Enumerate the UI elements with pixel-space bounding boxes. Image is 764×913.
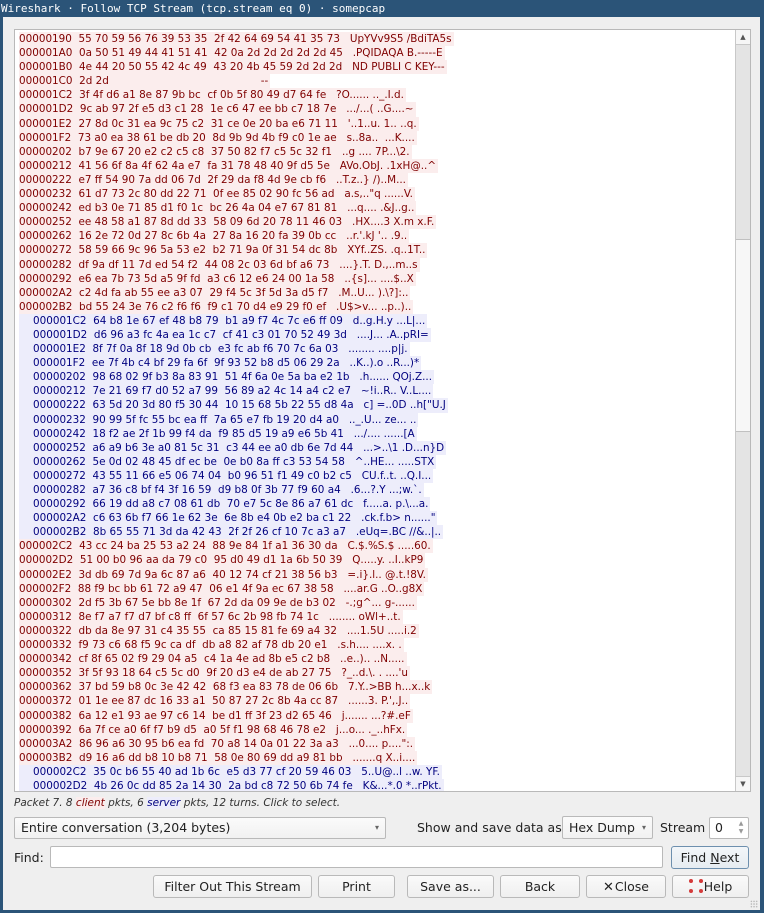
close-button-label: Close [614,879,649,894]
server-data-line[interactable]: 00000272 43 55 11 66 e5 06 74 04 b0 96 5… [19,468,434,483]
server-label: server [147,797,181,809]
client-data-line[interactable]: 00000190 55 70 59 56 76 39 53 35 2f 42 6… [19,32,454,47]
stream-number-spinbox[interactable]: 0 ▲ ▼ [709,817,749,839]
client-data-line[interactable]: 000001F2 73 a0 ea 38 61 be db 20 8d 9b 9… [19,130,417,145]
client-data-line[interactable]: 00000272 58 59 66 9c 96 5a 53 e2 b2 71 9… [19,243,428,258]
client-data-line[interactable]: 00000362 37 bd 59 b8 0c 3e 42 42 68 f3 e… [19,680,433,695]
status-suffix: pkts, 12 turns. Click to select. [180,797,341,809]
vertical-scrollbar[interactable]: ▲ ▼ [735,30,750,791]
save-as-button[interactable]: Save as... [407,875,494,898]
client-data-line[interactable]: 00000302 2d f5 3b 67 5e bb 8e 1f 67 2d d… [19,595,417,610]
client-data-line[interactable]: 000002B2 bd 55 24 3e 76 c2 f6 f6 f9 c1 7… [19,299,414,314]
server-data-line[interactable]: 00000222 63 5d 20 3d 80 f5 30 44 10 15 6… [19,398,448,413]
server-data-line[interactable]: 000001F2 ee 7f 4b c4 bf 29 fa 6f 9f 93 5… [19,356,422,371]
stream-status-text: Packet 7. 8 client pkts, 6 server pkts, … [14,797,340,809]
server-data-line[interactable]: 00000212 7e 21 69 f7 d0 52 a7 99 56 89 a… [19,384,434,399]
spin-down-icon[interactable]: ▼ [736,828,746,836]
conversation-select[interactable]: Entire conversation (3,204 bytes) ▾ [14,817,386,839]
client-data-line[interactable]: 00000352 3f 5f 93 18 64 c5 5c d0 9f 20 d… [19,666,410,681]
server-data-line[interactable]: 000002C2 35 0c b6 55 40 ad 1b 6c e5 d3 7… [19,764,442,779]
server-data-line[interactable]: 00000292 66 19 dd a8 c7 08 61 db 70 e7 5… [19,497,431,512]
help-button[interactable]: Help [672,875,749,898]
server-data-line[interactable]: 000001C2 64 b8 1e 67 ef 48 b8 79 b1 a9 f… [19,313,428,328]
server-data-line[interactable]: 000001E2 8f 7f 0a 8f 18 9d 0b cb e3 fc a… [19,342,410,357]
client-data-line[interactable]: 000001D2 9c ab 97 2f e5 d3 c1 28 1e c6 4… [19,102,416,117]
client-data-line[interactable]: 000001E2 27 8d 0c 31 ea 9c 75 c2 31 ce 0… [19,116,419,131]
help-lifebuoy-icon [688,879,703,893]
scroll-up-arrow-icon[interactable]: ▲ [736,30,750,45]
status-prefix: Packet 7. 8 [14,797,76,809]
server-data-line[interactable]: 000002B2 8b 65 55 71 3d da 42 43 2f 2f 2… [19,525,444,540]
follow-tcp-stream-dialog: 00000190 55 70 59 56 76 39 53 35 2f 42 6… [3,17,760,910]
stream-number-value: 0 [715,820,723,835]
chevron-down-icon: ▾ [641,823,646,832]
find-next-mnemonic: N [710,850,720,865]
status-middle: pkts, 6 [104,797,148,809]
server-data-line[interactable]: 00000242 18 f2 ae 2f 1b 99 f4 da f9 85 d… [19,426,417,441]
client-data-line[interactable]: 000001C0 2d 2d -- [19,74,271,89]
server-data-line[interactable]: 00000202 98 68 02 9f b3 8a 83 91 51 4f 6… [19,370,435,385]
stream-lines: 00000190 55 70 59 56 76 39 53 35 2f 42 6… [19,32,454,791]
data-format-value: Hex Dump [569,820,635,835]
client-data-line[interactable]: 00000342 cf 8f 65 02 f9 29 04 a5 c4 1a 4… [19,652,407,667]
find-input[interactable] [50,846,663,868]
client-data-line[interactable]: 000002A2 c2 4d fa ab 55 ee a3 07 29 f4 5… [19,285,411,300]
server-data-line[interactable]: 000002D2 4b 26 0c dd 85 2a 14 30 2a bd c… [19,778,444,791]
client-data-line[interactable]: 00000282 df 9a df 11 7d ed 54 f2 44 08 2… [19,257,420,272]
client-data-line[interactable]: 00000222 e7 ff 54 90 7a dd 06 7d 2f 29 d… [19,172,408,188]
client-data-line[interactable]: 00000212 41 56 6f 8a 4f 62 4a e7 fa 31 7… [19,158,439,173]
server-data-line[interactable]: 000002A2 c6 63 6b f7 66 1e 62 3e 6e 8b e… [19,511,438,526]
client-data-line[interactable]: 00000202 b7 9e 67 20 e2 c2 c5 c8 37 50 8… [19,144,412,159]
client-data-line[interactable]: 00000382 6a 12 e1 93 ae 97 c6 14 be d1 f… [19,708,413,723]
client-data-line[interactable]: 00000312 8e f7 a7 f7 d7 bf c8 ff 6f 57 6… [19,609,403,624]
find-label: Find: [14,850,44,865]
chevron-down-icon: ▾ [374,823,379,832]
client-data-line[interactable]: 000003A2 86 96 a6 30 95 b6 ea fd 70 a8 1… [19,736,416,751]
client-data-line[interactable]: 00000392 6a 7f ce a0 6f f7 b9 d5 a0 5f f… [19,722,408,737]
client-data-line[interactable]: 00000322 db da 8e 97 31 c4 35 55 ca 85 1… [19,623,419,639]
spin-up-icon[interactable]: ▲ [736,820,746,828]
client-data-line[interactable]: 000002C2 43 cc 24 ba 25 53 a2 24 88 9e 8… [19,539,433,554]
server-data-line[interactable]: 00000282 a7 36 c8 bf f4 3f 16 59 d9 b8 0… [19,483,424,498]
spin-arrows[interactable]: ▲ ▼ [736,820,746,836]
client-label: client [75,797,105,809]
client-data-line[interactable]: 000003B2 d9 16 a6 dd b8 10 b8 71 58 0e 8… [19,750,418,765]
data-format-select[interactable]: Hex Dump ▾ [562,816,653,839]
resize-grip[interactable] [750,900,758,908]
server-data-line[interactable]: 00000262 5e 0d 02 48 45 df ec be 0e b0 8… [19,454,437,469]
find-next-label-pre: Find [680,850,711,865]
client-data-line[interactable]: 000001B0 4e 44 20 50 55 42 4c 49 43 20 4… [19,60,447,75]
client-data-line[interactable]: 000001C2 3f 4f d6 a1 8e 87 9b bc cf 0b 5… [19,88,406,103]
client-data-line[interactable]: 000002E2 3d db 69 7d 9a 6c 87 a6 40 12 7… [19,567,428,582]
client-data-line[interactable]: 000002F2 88 f9 bc bb 61 72 a9 47 06 e1 4… [19,581,425,596]
show-data-as-label: Show and save data as [417,820,562,835]
close-x-icon: ✕ [603,880,614,895]
help-button-label: Help [703,879,733,894]
client-data-line[interactable]: 00000262 16 2e 72 0d 27 8c 6b 4a 27 8a 1… [19,229,410,244]
stream-content-view[interactable]: 00000190 55 70 59 56 76 39 53 35 2f 42 6… [14,29,751,792]
server-data-line[interactable]: 00000252 a6 a9 b6 3e a0 81 5c 31 c3 44 e… [19,440,447,455]
conversation-select-value: Entire conversation (3,204 bytes) [21,820,231,835]
filter-out-stream-button[interactable]: Filter Out This Stream [153,875,312,898]
server-data-line[interactable]: 00000232 90 99 5f fc 55 bc ea ff 7a 65 e… [19,412,419,427]
client-data-line[interactable]: 00000232 61 d7 73 2c 80 dd 22 71 0f ee 8… [19,187,415,202]
client-data-line[interactable]: 00000332 f9 73 c6 68 f5 9c ca df db a8 8… [19,638,404,653]
print-button[interactable]: Print [318,875,395,898]
window-title: Wireshark · Follow TCP Stream (tcp.strea… [0,0,764,17]
client-data-line[interactable]: 00000372 01 1e ee 87 dc 16 33 a1 50 87 2… [19,694,411,709]
client-data-line[interactable]: 00000252 ee 48 58 a1 87 8d dd 33 58 09 6… [19,215,437,230]
stream-label: Stream [660,820,706,835]
find-next-label-post: ext [719,850,740,865]
client-data-line[interactable]: 000001A0 0a 50 51 49 44 41 51 41 42 0a 2… [19,46,445,61]
find-next-button[interactable]: Find Next [671,846,749,869]
client-data-line[interactable]: 000002D2 51 00 b0 96 aa da 79 c0 95 d0 4… [19,553,426,568]
client-data-line[interactable]: 00000292 e6 ea 7b 73 5d a5 9f fd a3 c6 1… [19,271,416,286]
scroll-down-arrow-icon[interactable]: ▼ [736,776,750,791]
client-data-line[interactable]: 00000242 ed b3 0e 71 85 d1 f0 1c bc 26 4… [19,201,417,216]
close-button[interactable]: ✕Close [586,875,666,898]
server-data-line[interactable]: 000001D2 d6 96 a3 fc 4a ea 1c c7 cf 41 c… [19,327,431,343]
scrollbar-thumb[interactable] [736,239,750,432]
back-button[interactable]: Back [500,875,580,898]
